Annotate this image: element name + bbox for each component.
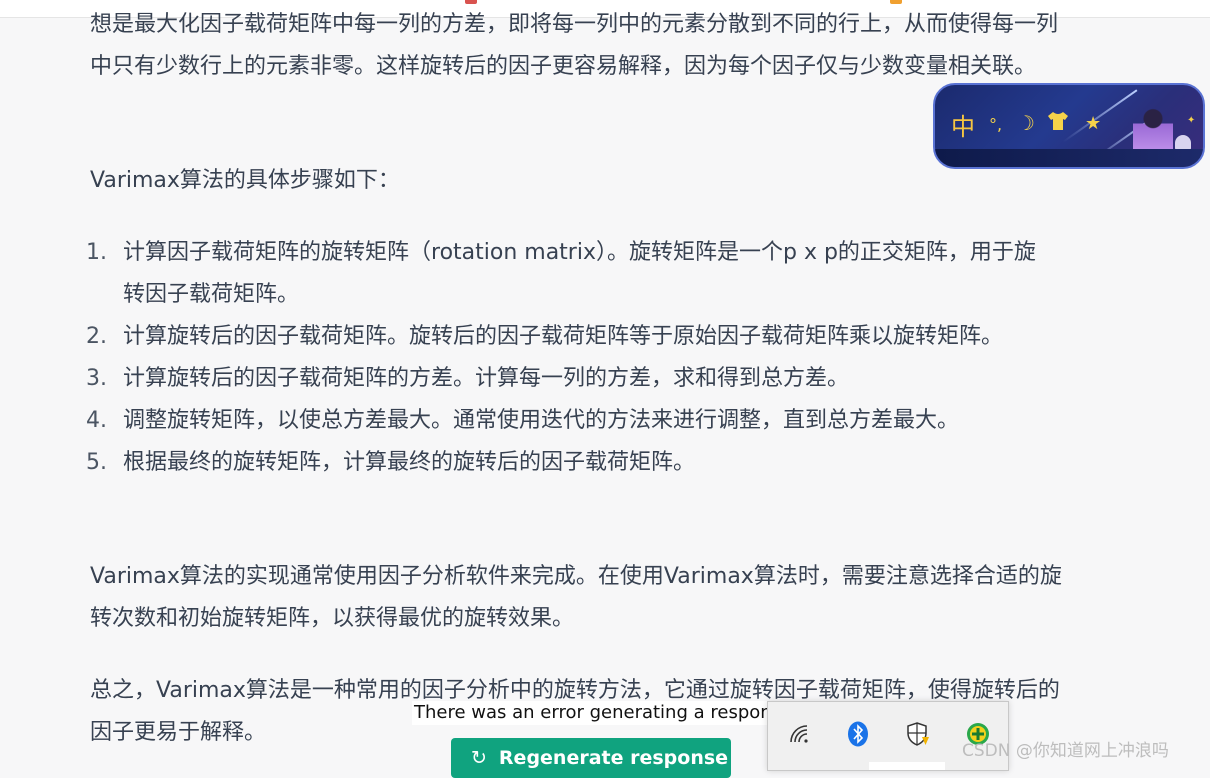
moon-icon[interactable]: ☽ <box>1017 111 1035 135</box>
list-number: 5. <box>86 450 107 475</box>
star-icon: ✦ <box>1187 115 1196 126</box>
list-item-text: 根据最终的旋转矩阵，计算最终的旋转后的因子载荷矩阵。 <box>123 450 696 475</box>
list-item-text: 计算旋转后的因子载荷矩阵的方差。计算每一列的方差，求和得到总方差。 <box>123 366 850 391</box>
list-item: 3. 计算旋转后的因子载荷矩阵的方差。计算每一列的方差，求和得到总方差。 <box>86 358 1046 400</box>
regenerate-label: Regenerate response <box>498 747 729 769</box>
punctuation-icon[interactable]: °, <box>989 115 1002 134</box>
list-item-text: 计算因子载荷矩阵的旋转矩阵（rotation matrix）。旋转矩阵是一个p … <box>123 240 1036 307</box>
star-icon[interactable]: ★ <box>1085 113 1101 134</box>
widget-ground <box>935 149 1203 167</box>
implementation-paragraph: Varimax算法的实现通常使用因子分析软件来完成。在使用Varimax算法时，… <box>90 564 1062 631</box>
intro-paragraph: 想是最大化因子载荷矩阵中每一列的方差，即将每一列中的元素分散到不同的行上，从而使… <box>90 12 1059 79</box>
list-item: 5. 根据最终的旋转矩阵，计算最终的旋转后的因子载荷矩阵。 <box>86 442 1046 484</box>
list-number: 4. <box>86 408 107 433</box>
security-shield-icon[interactable] <box>904 720 932 748</box>
steps-heading: Varimax算法的具体步骤如下： <box>90 168 400 193</box>
error-message: There was an error generating a response <box>412 701 795 725</box>
ime-toolbar[interactable]: 中 °, ☽ ★ ✦ <box>933 83 1205 169</box>
list-item: 1. 计算因子载荷矩阵的旋转矩阵（rotation matrix）。旋转矩阵是一… <box>86 232 1046 316</box>
list-number: 1. <box>86 240 107 265</box>
list-item: 4. 调整旋转矩阵，以使总方差最大。通常使用迭代的方法来进行调整，直到总方差最大… <box>86 400 1046 442</box>
list-item: 2. 计算旋转后的因子载荷矩阵。旋转后的因子载荷矩阵等于原始因子载荷矩阵乘以旋转… <box>86 316 1046 358</box>
shirt-icon[interactable] <box>1047 111 1069 136</box>
list-number: 3. <box>86 366 107 391</box>
ime-mode-indicator[interactable]: 中 <box>951 107 975 142</box>
watermark: CSDN @你知道网上冲浪吗 <box>962 741 1169 761</box>
list-item-text: 计算旋转后的因子载荷矩阵。旋转后的因子载荷矩阵等于原始因子载荷矩阵乘以旋转矩阵。 <box>123 324 1004 349</box>
steps-list: 1. 计算因子载荷矩阵的旋转矩阵（rotation matrix）。旋转矩阵是一… <box>86 232 1046 484</box>
wifi-icon[interactable] <box>786 720 814 748</box>
regenerate-button[interactable]: ↻ Regenerate response <box>451 738 731 778</box>
list-item-text: 调整旋转矩阵，以使总方差最大。通常使用迭代的方法来进行调整，直到总方差最大。 <box>123 408 960 433</box>
refresh-icon: ↻ <box>471 747 487 769</box>
bluetooth-icon[interactable] <box>844 720 872 748</box>
selection-highlight <box>869 762 945 770</box>
list-number: 2. <box>86 324 107 349</box>
